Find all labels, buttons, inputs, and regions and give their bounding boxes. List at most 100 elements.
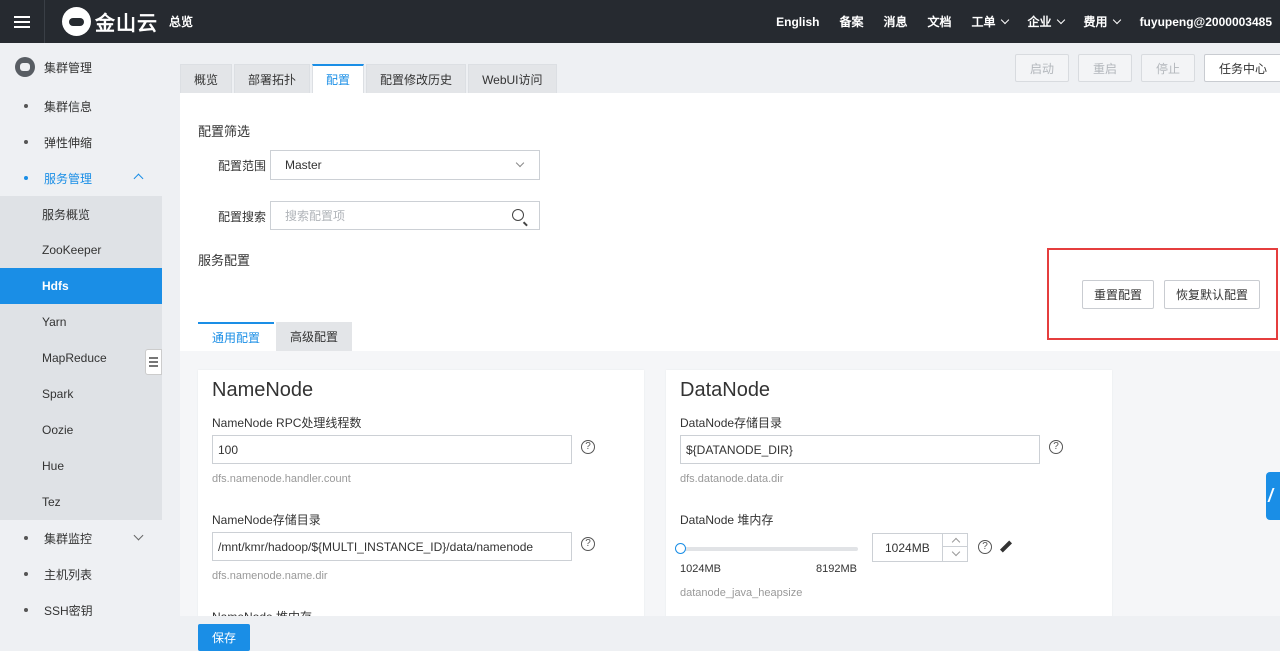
heap-stepper[interactable]: 1024MB bbox=[872, 533, 968, 562]
nav-filing-label: 备案 bbox=[839, 15, 864, 29]
logo-text: 金山云 bbox=[95, 13, 158, 35]
cluster-icon bbox=[15, 57, 35, 77]
nav-user-label: fuyupeng@2000003485 bbox=[1139, 14, 1272, 29]
namenode-title: NameNode bbox=[212, 379, 314, 401]
help-icon[interactable]: ? bbox=[581, 440, 595, 454]
config-subtabs: 通用配置 高级配置 bbox=[198, 322, 354, 351]
restart-button[interactable]: 重启 bbox=[1077, 54, 1132, 82]
nav-docs-label: 文档 bbox=[927, 15, 952, 29]
datanode-card: DataNode DataNode存储目录 ${DATANODE_DIR} ? … bbox=[666, 370, 1112, 616]
heap-min-label: 1024MB bbox=[680, 563, 721, 575]
heap-key: datanode_java_heapsize bbox=[680, 587, 803, 599]
service-actions: 启动 重启 停止 任务中心 bbox=[1006, 54, 1280, 82]
save-button[interactable]: 保存 bbox=[198, 624, 250, 651]
sidebar-item-mapreduce[interactable]: MapReduce bbox=[0, 340, 162, 376]
sidebar-item-label: 集群监控 bbox=[44, 531, 93, 546]
datanode-dir-key: dfs.datanode.data.dir bbox=[680, 473, 784, 485]
tab-advanced-config[interactable]: 高级配置 bbox=[276, 322, 353, 351]
heap-slider-handle[interactable] bbox=[675, 543, 686, 554]
sidebar-item-host-list[interactable]: 主机列表 bbox=[0, 556, 162, 592]
help-icon[interactable]: ? bbox=[1049, 440, 1063, 454]
nav-filing[interactable]: 备案 bbox=[829, 13, 873, 30]
heap-slider[interactable] bbox=[675, 543, 858, 554]
save-bar: 保存 bbox=[162, 616, 1280, 651]
overview-link[interactable]: 总览 bbox=[169, 13, 193, 30]
bullet-icon bbox=[24, 608, 28, 612]
stepper-down-icon[interactable] bbox=[943, 547, 967, 560]
nav-english-label: English bbox=[776, 14, 820, 29]
heap-stepper-value: 1024MB bbox=[885, 541, 930, 555]
config-panel: 配置筛选 配置范围 Master 配置搜索 服务配置 重置配置 恢复默认配置 通… bbox=[180, 93, 1280, 616]
sidebar-item-ssh-keys[interactable]: SSH密钥 bbox=[0, 592, 162, 628]
top-navbar: 金山云 总览 English 备案 消息 文档 工单 企业 费用 fuyupen… bbox=[0, 0, 1280, 43]
service-config-title: 服务配置 bbox=[198, 253, 251, 268]
reset-config-button[interactable]: 重置配置 bbox=[1082, 280, 1154, 309]
namenode-heap-label: NameNode 堆内存 bbox=[212, 608, 312, 616]
tab-overview[interactable]: 概览 bbox=[180, 64, 233, 93]
tab-topology[interactable]: 部署拓扑 bbox=[234, 64, 311, 93]
sidebar-item-tez[interactable]: Tez bbox=[0, 484, 162, 520]
sidebar-collapse-icon[interactable] bbox=[145, 349, 162, 375]
stepper-up-icon[interactable] bbox=[943, 534, 967, 547]
pencil-icon[interactable] bbox=[999, 540, 1013, 553]
tab-config[interactable]: 配置 bbox=[312, 64, 365, 93]
sidebar-item-label: 弹性伸缩 bbox=[44, 135, 93, 150]
tab-webui[interactable]: WebUI访问 bbox=[468, 64, 557, 93]
sidebar-item-oozie[interactable]: Oozie bbox=[0, 412, 162, 448]
sidebar-item-hdfs[interactable]: Hdfs bbox=[0, 268, 162, 304]
namenode-rpc-input[interactable]: 100 bbox=[212, 435, 572, 464]
task-center-button[interactable]: 任务中心 bbox=[1203, 54, 1280, 82]
menu-icon[interactable] bbox=[0, 0, 45, 43]
stepper-arrows bbox=[942, 534, 967, 561]
sidebar-item-yarn[interactable]: Yarn bbox=[0, 304, 162, 340]
nav-billing[interactable]: 费用 bbox=[1074, 13, 1130, 30]
sidebar-item-service-management[interactable]: 服务管理 bbox=[0, 160, 162, 196]
search-icon[interactable] bbox=[512, 209, 524, 221]
top-nav-menu: English 备案 消息 文档 工单 企业 费用 fuyupeng@20000… bbox=[766, 0, 1272, 43]
scope-select[interactable]: Master bbox=[270, 150, 540, 180]
tab-config-history[interactable]: 配置修改历史 bbox=[366, 64, 467, 93]
chevron-down-icon bbox=[1000, 15, 1009, 24]
sidebar-item-label: 主机列表 bbox=[44, 567, 93, 582]
config-search-input[interactable] bbox=[285, 202, 505, 229]
logo[interactable]: 金山云 bbox=[62, 7, 158, 36]
sidebar-item-cluster-info[interactable]: 集群信息 bbox=[0, 88, 162, 124]
scope-label: 配置范围 bbox=[218, 159, 267, 173]
chevron-down-icon bbox=[1056, 15, 1065, 24]
nav-english[interactable]: English bbox=[766, 15, 829, 29]
sidebar-item-autoscaling[interactable]: 弹性伸缩 bbox=[0, 124, 162, 160]
namenode-dir-input[interactable]: /mnt/kmr/hadoop/${MULTI_INSTANCE_ID}/dat… bbox=[212, 532, 572, 561]
start-button[interactable]: 启动 bbox=[1014, 54, 1069, 82]
sidebar: 集群管理 集群信息 弹性伸缩 服务管理 服务概览 ZooKeeper Hdfs … bbox=[0, 43, 162, 651]
service-tabs: 概览 部署拓扑 配置 配置修改历史 WebUI访问 bbox=[180, 64, 559, 93]
namenode-dir-key: dfs.namenode.name.dir bbox=[212, 570, 328, 582]
filter-section-title: 配置筛选 bbox=[198, 124, 251, 139]
namenode-rpc-key: dfs.namenode.handler.count bbox=[212, 473, 351, 485]
nav-enterprise[interactable]: 企业 bbox=[1018, 13, 1074, 30]
stop-button[interactable]: 停止 bbox=[1140, 54, 1195, 82]
nav-user-account[interactable]: fuyupeng@2000003485 bbox=[1130, 15, 1272, 29]
namenode-dir-label: NameNode存储目录 bbox=[212, 513, 321, 527]
heap-max-label: 8192MB bbox=[816, 563, 857, 575]
sidebar-item-spark[interactable]: Spark bbox=[0, 376, 162, 412]
restore-default-config-button[interactable]: 恢复默认配置 bbox=[1164, 280, 1260, 309]
tab-general-config[interactable]: 通用配置 bbox=[198, 322, 275, 351]
nav-tickets[interactable]: 工单 bbox=[962, 13, 1018, 30]
namenode-dir-value: /mnt/kmr/hadoop/${MULTI_INSTANCE_ID}/dat… bbox=[218, 539, 534, 554]
datanode-heap-label: DataNode 堆内存 bbox=[680, 513, 774, 527]
cloud-logo-icon bbox=[62, 7, 91, 36]
bullet-icon bbox=[24, 536, 28, 540]
nav-messages[interactable]: 消息 bbox=[873, 13, 917, 30]
sidebar-item-cluster-monitoring[interactable]: 集群监控 bbox=[0, 520, 162, 556]
sidebar-item-zookeeper[interactable]: ZooKeeper bbox=[0, 232, 162, 268]
datanode-dir-input[interactable]: ${DATANODE_DIR} bbox=[680, 435, 1040, 464]
sidebar-item-service-overview[interactable]: 服务概览 bbox=[0, 196, 162, 232]
scope-select-value: Master bbox=[285, 158, 322, 172]
help-icon[interactable]: ? bbox=[581, 537, 595, 551]
sidebar-item-hue[interactable]: Hue bbox=[0, 448, 162, 484]
nav-messages-label: 消息 bbox=[883, 15, 908, 29]
nav-docs[interactable]: 文档 bbox=[918, 13, 962, 30]
bullet-icon bbox=[24, 104, 28, 108]
help-icon[interactable]: ? bbox=[978, 540, 992, 554]
feedback-tab-icon[interactable] bbox=[1266, 472, 1280, 520]
